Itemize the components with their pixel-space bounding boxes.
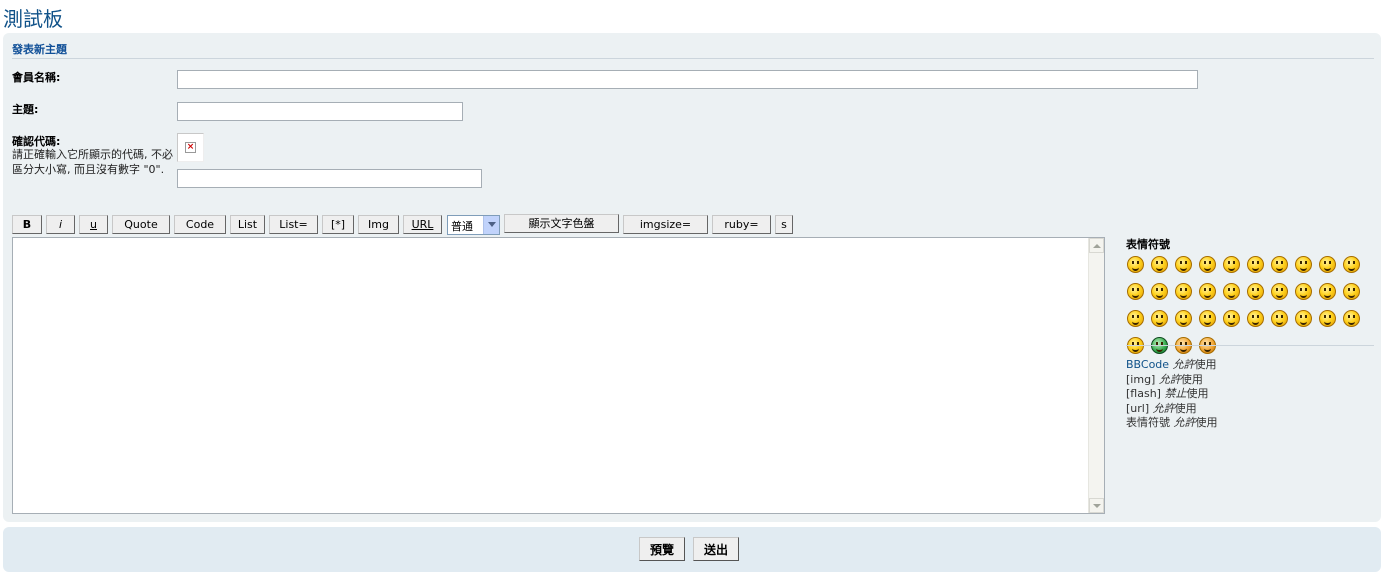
message-editor[interactable] xyxy=(12,237,1105,514)
smiley-icon[interactable] xyxy=(1127,256,1144,273)
smiley-icon[interactable] xyxy=(1199,256,1216,273)
captcha-image: × xyxy=(177,133,204,162)
code-button[interactable]: Code xyxy=(174,215,226,234)
smilies-suffix: 使用 xyxy=(1195,416,1218,430)
img-suffix: 使用 xyxy=(1180,372,1203,386)
url-status: 允許 xyxy=(1152,401,1175,415)
smiley-icon[interactable] xyxy=(1295,283,1312,300)
imgsize-button[interactable]: imgsize= xyxy=(623,215,708,234)
smiley-icon[interactable] xyxy=(1319,310,1336,327)
chevron-down-icon[interactable] xyxy=(483,216,499,234)
smilies-option-label: 表情符號 xyxy=(1126,416,1170,430)
smiley-icon[interactable] xyxy=(1271,283,1288,300)
smiley-icon[interactable] xyxy=(1247,283,1264,300)
flash-option-label: [flash] xyxy=(1126,387,1161,401)
img-option-label: [img] xyxy=(1126,372,1156,386)
smiley-icon[interactable] xyxy=(1223,256,1240,273)
smiley-icon[interactable] xyxy=(1175,283,1192,300)
username-input[interactable] xyxy=(177,70,1198,89)
confirm-code-input[interactable] xyxy=(177,169,482,188)
posting-options: BBCode 允許使用 [img] 允許使用 [flash] 禁止使用 [url… xyxy=(1126,358,1218,431)
username-label: 會員名稱: xyxy=(12,71,61,84)
scroll-down-icon[interactable] xyxy=(1089,498,1104,513)
smiley-icon[interactable] xyxy=(1127,283,1144,300)
img-status: 允許 xyxy=(1158,372,1181,386)
form-heading: 發表新主題 xyxy=(12,43,67,56)
url-option-label: [url] xyxy=(1126,401,1150,415)
smiley-icon[interactable] xyxy=(1295,310,1312,327)
font-size-value: 普通 xyxy=(451,220,473,233)
smiley-icon[interactable] xyxy=(1343,283,1360,300)
smilies-status: 允許 xyxy=(1173,416,1196,430)
post-form-panel: 發表新主題 會員名稱: 主題: 確認代碼: 請正確輸入它所顯示的代碼, 不必區分… xyxy=(3,33,1381,522)
list-item-button[interactable]: [*] xyxy=(322,215,354,234)
color-palette-button[interactable]: 顯示文字色盤 xyxy=(504,214,619,233)
list-ordered-button[interactable]: List= xyxy=(269,215,318,234)
bbcode-suffix: 使用 xyxy=(1194,358,1217,371)
scroll-up-icon[interactable] xyxy=(1089,238,1104,253)
broken-image-icon: × xyxy=(185,142,196,153)
submit-panel: 預覽 送出 xyxy=(3,527,1381,572)
bold-button[interactable]: B xyxy=(12,215,42,234)
subject-input[interactable] xyxy=(177,102,463,121)
url-suffix: 使用 xyxy=(1174,401,1197,415)
font-size-select[interactable]: 普通 xyxy=(447,215,500,235)
smiley-icon[interactable] xyxy=(1223,310,1240,327)
submit-button[interactable]: 送出 xyxy=(693,537,739,561)
url-button[interactable]: URL xyxy=(403,215,442,234)
img-button[interactable]: Img xyxy=(358,215,399,234)
smiley-icon[interactable] xyxy=(1151,256,1168,273)
smiley-icon[interactable] xyxy=(1319,256,1336,273)
smiley-icon[interactable] xyxy=(1319,283,1336,300)
preview-button[interactable]: 預覽 xyxy=(639,537,685,561)
smiley-icon[interactable] xyxy=(1151,283,1168,300)
strike-button[interactable]: s xyxy=(775,215,793,234)
smiley-icon[interactable] xyxy=(1151,310,1168,327)
smiley-icon[interactable] xyxy=(1247,256,1264,273)
page-title: 測試板 xyxy=(3,7,63,31)
flash-status: 禁止 xyxy=(1164,387,1187,401)
smiley-icon[interactable] xyxy=(1295,256,1312,273)
smiley-icon[interactable] xyxy=(1343,256,1360,273)
ruby-button[interactable]: ruby= xyxy=(712,215,771,234)
bbcode-status: 允許 xyxy=(1172,358,1195,371)
smiley-icon[interactable] xyxy=(1199,310,1216,327)
subject-label: 主題: xyxy=(12,103,39,116)
smiley-icon[interactable] xyxy=(1127,310,1144,327)
smiley-icon[interactable] xyxy=(1175,310,1192,327)
smilies-title: 表情符號 xyxy=(1126,238,1170,251)
heading-divider xyxy=(12,58,1374,59)
smiley-icon[interactable] xyxy=(1175,256,1192,273)
editor-scrollbar[interactable] xyxy=(1088,238,1104,513)
quote-button[interactable]: Quote xyxy=(112,215,170,234)
smiley-icon[interactable] xyxy=(1271,256,1288,273)
smiley-icon[interactable] xyxy=(1271,310,1288,327)
flash-suffix: 使用 xyxy=(1186,387,1209,401)
smiley-icon[interactable] xyxy=(1223,283,1240,300)
italic-button[interactable]: i xyxy=(46,215,75,234)
side-divider xyxy=(1126,345,1374,346)
smiley-icon[interactable] xyxy=(1343,310,1360,327)
list-button[interactable]: List xyxy=(230,215,265,234)
smiley-icon[interactable] xyxy=(1199,283,1216,300)
smiley-icon[interactable] xyxy=(1247,310,1264,327)
bbcode-link[interactable]: BBCode xyxy=(1126,358,1169,371)
underline-button[interactable]: u xyxy=(79,215,108,234)
confirm-code-explain: 請正確輸入它所顯示的代碼, 不必區分大小寫, 而且沒有數字 "0". xyxy=(12,148,173,176)
